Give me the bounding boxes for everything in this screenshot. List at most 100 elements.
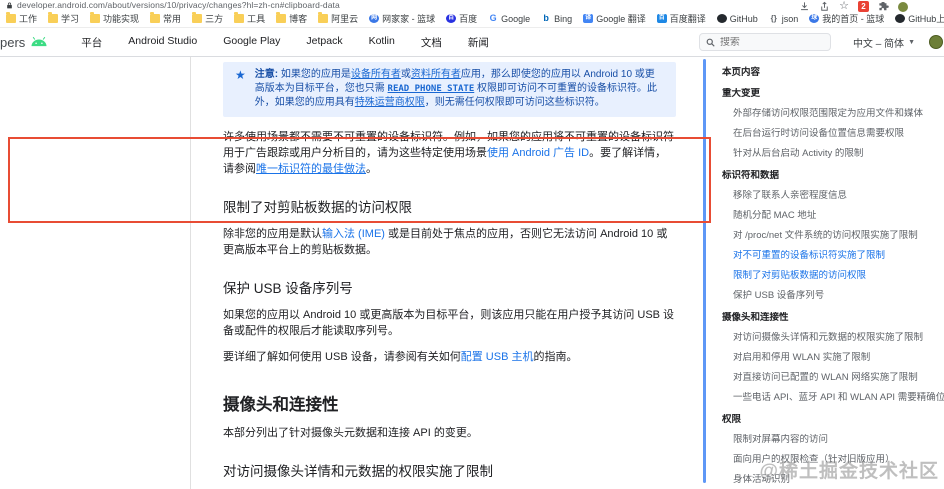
bookmark-item[interactable]: GitHub	[716, 13, 758, 24]
bookmark-favicon	[276, 12, 287, 23]
camera-perms-heading: 对访问摄像头详情和元数据的权限实施了限制	[223, 464, 493, 479]
bookmark-label: 博客	[289, 14, 308, 24]
toc-item[interactable]: 移除了联系人亲密程度信息	[722, 190, 944, 202]
toc-item[interactable]: 对访问摄像头详情和元数据的权限实施了限制	[722, 332, 944, 344]
toc-item[interactable]: 对 /proc/net 文件系统的访问权限实施了限制	[722, 230, 944, 242]
inline-link[interactable]: 使用 Android 广告 ID	[487, 147, 589, 159]
url-text[interactable]: developer.android.com/about/versions/10/…	[17, 0, 340, 10]
nav-item[interactable]: Android Studio	[128, 35, 197, 50]
toc-item[interactable]: 针对从后台启动 Activity 的限制	[722, 148, 944, 160]
text-segment: 要详细了解如何使用 USB 设备，请参阅有关如何	[223, 351, 461, 363]
toc-item[interactable]: 外部存储访问权限范围限定为应用文件和媒体	[722, 108, 944, 120]
toc-item[interactable]: 对直接访问已配置的 WLAN 网络实施了限制	[722, 372, 944, 384]
extension-badge-icon[interactable]: 2	[858, 1, 869, 12]
bookmark-item[interactable]: 学习	[48, 12, 79, 25]
usb-paragraph-2: 要详细了解如何使用 USB 设备，请参阅有关如何配置 USB 主机的指南。	[223, 349, 676, 365]
chevron-down-icon: ▼	[908, 38, 915, 46]
bookmark-favicon	[48, 12, 59, 23]
android-developers-logo[interactable]: pers	[0, 35, 49, 50]
nav-item[interactable]: 新闻	[468, 35, 489, 50]
bookmark-item[interactable]: 阿里云	[318, 12, 358, 25]
page-scrollbar[interactable]	[703, 59, 706, 483]
text-segment: 如果您的应用是	[280, 69, 351, 80]
text-segment: 的指南。	[533, 351, 578, 363]
bookmark-star-icon[interactable]: ☆	[839, 1, 849, 12]
toc-item[interactable]: 限制对屏幕内容的访问	[722, 434, 944, 446]
toc-item[interactable]: 一些电话 API、蓝牙 API 和 WLAN API 需要精确位置权限	[722, 392, 944, 404]
camera-section-heading: 摄像头和连接性	[223, 396, 339, 414]
lock-icon	[7, 2, 12, 8]
bookmark-item[interactable]: GitHub上受欢迎的...	[895, 12, 944, 25]
text-segment: ，则无需任何权限即可访问这些标识符。	[424, 97, 605, 108]
toc-item[interactable]: 身体活动识别	[722, 474, 944, 486]
nav-item[interactable]: Google Play	[223, 35, 280, 50]
inline-link[interactable]: READ_PHONE_STATE	[388, 84, 475, 94]
search-icon	[706, 38, 715, 47]
nav-item[interactable]: 文档	[421, 35, 442, 50]
toc-item[interactable]: 对启用和停用 WLAN 实施了限制	[722, 352, 944, 364]
bookmark-item[interactable]: G Google	[488, 13, 531, 24]
bookmark-label: 工作	[19, 14, 38, 24]
toc-item[interactable]: 权限	[722, 414, 944, 426]
bookmark-label: json	[781, 13, 799, 24]
inline-link[interactable]: 资料所有者	[411, 69, 461, 80]
inline-link[interactable]: 特殊运营商权限	[355, 97, 425, 108]
bookmark-item[interactable]: 功能实现	[90, 12, 139, 25]
bookmark-item[interactable]: 百 百度	[446, 12, 477, 25]
bookmark-item[interactable]: {} json	[769, 14, 799, 24]
site-nav: 平台 Android Studio Google Play Jetpack Kotlin…	[81, 35, 489, 50]
bookmark-item[interactable]: 博客	[276, 12, 307, 25]
bookmark-label: GitHub	[729, 13, 758, 24]
inline-link[interactable]: 唯一标识符的最佳做法	[256, 163, 366, 175]
download-icon[interactable]	[799, 1, 810, 12]
toc-item[interactable]: 限制了对剪贴板数据的访问权限	[722, 270, 944, 282]
inline-link[interactable]: 输入法 (IME)	[322, 228, 385, 240]
bookmark-item[interactable]: 常用	[150, 12, 181, 25]
bookmark-label: Google	[501, 13, 531, 24]
nav-item[interactable]: Kotlin	[369, 35, 395, 50]
browser-address-bar[interactable]: developer.android.com/about/versions/10/…	[0, 0, 944, 12]
bookmark-item[interactable]: 球 我的首页 - 篮球	[809, 12, 884, 25]
toc-item[interactable]: 保护 USB 设备序列号	[722, 290, 944, 302]
bookmark-label: 阿里云	[331, 14, 359, 24]
site-header: pers 平台 Android Studio Google Play Jetpack K…	[0, 28, 944, 57]
bookmark-favicon	[150, 12, 161, 23]
bookmark-item[interactable]: 译 Google 翻译	[583, 12, 646, 25]
page-body: ★ 注意: 如果您的应用是设备所有者或资料所有者应用，那么即使您的应用以 And…	[0, 57, 944, 489]
extensions-puzzle-icon[interactable]	[878, 1, 889, 12]
toc-item[interactable]: 摄像头和连接性	[722, 312, 944, 324]
account-avatar[interactable]	[929, 35, 943, 49]
bookmark-item[interactable]: 三方	[192, 12, 223, 25]
bookmark-label: Bing	[554, 13, 573, 24]
text-segment: 或	[400, 69, 411, 80]
bookmark-label: 百度翻译	[669, 14, 706, 24]
bookmark-item[interactable]: 网 网家家 - 篮球	[369, 12, 435, 25]
share-icon[interactable]	[819, 1, 830, 12]
bookmark-item[interactable]: 百 百度翻译	[656, 12, 706, 25]
toc-item[interactable]: 随机分配 MAC 地址	[722, 210, 944, 222]
toc-item[interactable]: 对不可重置的设备标识符实施了限制	[722, 250, 944, 262]
language-selector[interactable]: 中文 – 简体 ▼	[853, 35, 915, 50]
android-robot-icon	[31, 36, 47, 47]
toc-item[interactable]: 标识符和数据	[722, 170, 944, 182]
toc-item[interactable]: 面向用户的权限检查（针对旧版应用）	[722, 454, 944, 466]
bookmark-label: 常用	[163, 14, 182, 24]
bookmark-favicon	[192, 12, 203, 23]
intro-paragraph: 许多使用场景都不需要不可重置的设备标识符。例如，如果您的应用将不可重置的设备标识…	[223, 129, 676, 177]
toc-item[interactable]: 重大变更	[722, 88, 944, 100]
search-box[interactable]	[698, 33, 831, 51]
toc-item[interactable]: 在后台运行时访问设备位置信息需要权限	[722, 128, 944, 140]
bookmark-favicon: 球	[809, 14, 820, 23]
text-segment: 注意:	[254, 69, 281, 80]
usb-paragraph-1: 如果您的应用以 Android 10 或更高版本为目标平台，则该应用只能在用户授…	[223, 309, 675, 337]
bookmark-item[interactable]: 工作	[6, 12, 37, 25]
nav-item[interactable]: Jetpack	[306, 35, 342, 50]
bookmark-label: 三方	[205, 14, 224, 24]
browser-profile-avatar[interactable]	[898, 1, 908, 12]
inline-link[interactable]: 配置 USB 主机	[461, 351, 534, 363]
inline-link[interactable]: 设备所有者	[351, 69, 401, 80]
bookmark-item[interactable]: b Bing	[541, 14, 572, 24]
bookmark-item[interactable]: 工具	[234, 12, 265, 25]
search-input[interactable]	[719, 36, 824, 48]
nav-item[interactable]: 平台	[81, 35, 102, 50]
